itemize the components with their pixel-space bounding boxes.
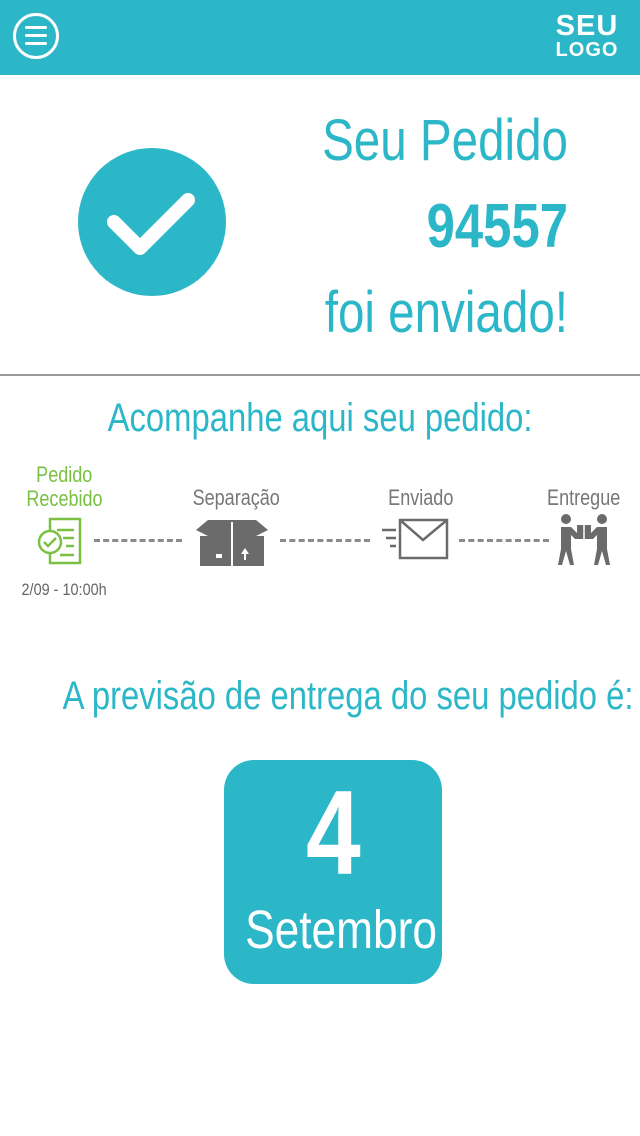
hamburger-menu-icon[interactable] (13, 13, 59, 59)
order-status-block: Seu Pedido 94557 foi enviado! (268, 100, 568, 354)
step-label-enviado: Enviado (388, 485, 454, 510)
logo-line-1: SEU (555, 10, 619, 42)
order-status: foi enviado! (324, 280, 568, 345)
logo[interactable]: SEU LOGO (552, 10, 622, 61)
order-number: 94557 (426, 192, 568, 261)
divider (0, 374, 640, 376)
step-connector (94, 539, 182, 542)
delivery-handover-icon (558, 514, 610, 565)
step-label-pedido-recebido: Pedido Recebido (25, 462, 103, 511)
step-connector (459, 539, 549, 542)
step-date: 2/09 - 10:00h (21, 580, 107, 599)
step-connector (280, 539, 370, 542)
header-bar: SEU LOGO (0, 0, 640, 75)
delivery-day: 4 (305, 766, 361, 900)
delivery-forecast-text: A previsão de entrega do seu pedido é: (62, 674, 634, 718)
step-label-separacao: Separação (192, 485, 280, 510)
document-check-icon (37, 517, 82, 565)
box-icon (196, 520, 268, 566)
logo-line-2: LOGO (555, 39, 619, 61)
delivery-month: Setembro (245, 900, 438, 960)
delivery-date-card: 4 Setembro (224, 760, 442, 984)
order-title: Seu Pedido (322, 108, 568, 173)
envelope-icon (382, 518, 449, 560)
step-label-entregue: Entregue (547, 485, 621, 510)
tracking-title: Acompanhe aqui seu pedido: (107, 396, 533, 440)
checkmark-icon (78, 148, 226, 296)
